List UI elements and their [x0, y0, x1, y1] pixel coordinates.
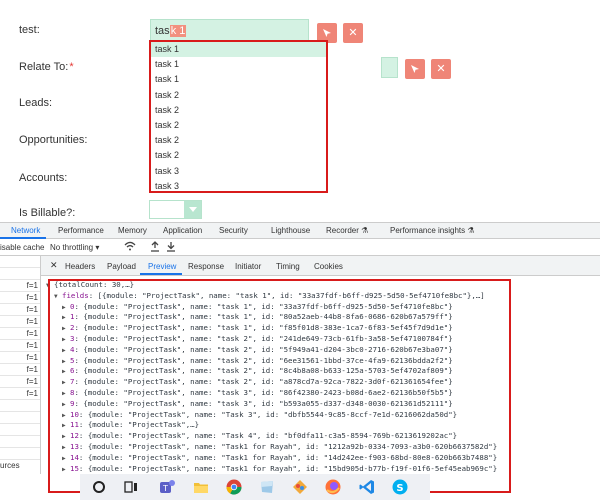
request-row[interactable]: f=1: [0, 364, 40, 376]
taskbar: T S: [80, 474, 430, 500]
request-row[interactable]: f=1: [0, 352, 40, 364]
active-subtab-indicator: [140, 273, 182, 275]
throttling-select[interactable]: No throttling ▾: [50, 243, 99, 252]
request-row[interactable]: [0, 424, 40, 436]
test-input-selection: k 1: [169, 25, 187, 37]
request-row[interactable]: f=1: [0, 376, 40, 388]
request-row[interactable]: [0, 448, 40, 460]
tab-headers[interactable]: Headers: [65, 262, 95, 271]
close-icon: ✕: [348, 27, 358, 39]
opportunities-label: Opportunities:: [19, 134, 88, 146]
firefox-icon[interactable]: [324, 478, 342, 496]
dropdown-option[interactable]: task 2: [151, 118, 326, 133]
dropdown-option[interactable]: task 1: [151, 57, 326, 72]
clear-button[interactable]: ✕: [343, 23, 363, 43]
request-row[interactable]: f=1: [0, 304, 40, 316]
devtools-tabbar: Network Performance Memory Application S…: [0, 222, 600, 239]
request-row[interactable]: f=1: [0, 340, 40, 352]
close-icon: ✕: [436, 63, 446, 75]
dropdown-option[interactable]: task 2: [151, 133, 326, 148]
test-input-text: tas: [155, 25, 170, 37]
upload-icon[interactable]: [150, 241, 160, 254]
task-view-icon[interactable]: [122, 478, 140, 496]
required-asterisk: *: [69, 61, 74, 73]
tab-lighthouse[interactable]: Lighthouse: [271, 226, 310, 235]
highlight-box: [48, 279, 511, 493]
dropdown-option[interactable]: task 3: [151, 164, 326, 179]
network-conditions-icon[interactable]: [124, 241, 136, 253]
flask-icon: ⚗: [467, 226, 475, 235]
relate-clear-button[interactable]: ✕: [431, 59, 451, 79]
tab-payload[interactable]: Payload: [107, 262, 136, 271]
dropdown-option[interactable]: task 3: [151, 179, 326, 194]
tab-timing[interactable]: Timing: [276, 262, 300, 271]
is-billable-select[interactable]: [149, 200, 202, 219]
disable-cache-checkbox[interactable]: isable cache: [0, 243, 44, 252]
request-row[interactable]: [0, 400, 40, 412]
svg-text:T: T: [162, 484, 168, 493]
teams-icon[interactable]: T: [158, 478, 176, 496]
task-form: test: task 1 ✕ Relate To:* ✕ Leads: Oppo…: [0, 0, 600, 222]
search-icon[interactable]: [90, 478, 108, 496]
tab-performance[interactable]: Performance: [58, 226, 104, 235]
request-row[interactable]: f=1: [0, 316, 40, 328]
cursor-arrow-icon: [323, 29, 331, 37]
is-billable-label: Is Billable?:: [19, 207, 76, 219]
chrome-icon[interactable]: [225, 478, 243, 496]
request-row[interactable]: [0, 412, 40, 424]
dropdown-option[interactable]: task 1: [151, 72, 326, 87]
dropdown-option[interactable]: task 2: [151, 88, 326, 103]
dropdown-option[interactable]: task 2: [151, 103, 326, 118]
tab-initiator[interactable]: Initiator: [235, 262, 261, 271]
relate-select-button[interactable]: [405, 59, 425, 79]
test-label: test:: [19, 24, 40, 36]
tab-application[interactable]: Application: [163, 226, 202, 235]
request-detail-tabs: ✕ Headers Payload Preview Response Initi…: [41, 256, 600, 276]
accounts-label: Accounts:: [19, 172, 68, 184]
network-toolbar: isable cache No throttling ▾: [0, 239, 600, 256]
request-row[interactable]: urces: [0, 460, 40, 472]
paint-icon[interactable]: [291, 478, 309, 496]
request-row[interactable]: [0, 436, 40, 448]
request-row[interactable]: [0, 256, 40, 268]
tab-network[interactable]: Network: [11, 226, 40, 235]
svg-text:S: S: [396, 483, 403, 494]
request-row[interactable]: f=1: [0, 292, 40, 304]
tab-memory[interactable]: Memory: [118, 226, 147, 235]
flask-icon: ⚗: [361, 226, 369, 235]
chevron-down-icon: [184, 201, 201, 218]
vscode-icon[interactable]: [358, 478, 376, 496]
request-row[interactable]: [0, 268, 40, 280]
tab-cookies[interactable]: Cookies: [314, 262, 343, 271]
relate-to-input[interactable]: [381, 57, 398, 78]
request-row[interactable]: f=1: [0, 388, 40, 400]
file-explorer-icon[interactable]: [192, 478, 210, 496]
dropdown-option[interactable]: task 2: [151, 148, 326, 163]
relate-to-label: Relate To:*: [19, 61, 74, 73]
cursor-arrow-icon: [411, 65, 419, 73]
request-list: f=1 f=1 f=1 f=1 f=1 f=1 f=1 f=1 f=1 f=1 …: [0, 256, 41, 474]
close-icon[interactable]: ✕: [50, 260, 58, 271]
tab-performance-insights[interactable]: Performance insights ⚗: [390, 226, 475, 235]
leads-label: Leads:: [19, 97, 53, 109]
tab-security[interactable]: Security: [219, 226, 248, 235]
request-row[interactable]: f=1: [0, 280, 40, 292]
autocomplete-dropdown: task 1 task 1 task 1 task 2 task 2 task …: [149, 40, 328, 193]
download-icon[interactable]: [166, 241, 176, 254]
skype-icon[interactable]: S: [391, 478, 409, 496]
request-row[interactable]: f=1: [0, 328, 40, 340]
app-icon[interactable]: [258, 478, 276, 496]
tab-response[interactable]: Response: [188, 262, 224, 271]
dropdown-option[interactable]: task 1: [151, 42, 326, 58]
chevron-down-icon: ▾: [95, 243, 100, 252]
tab-recorder[interactable]: Recorder ⚗: [326, 226, 368, 235]
tab-preview[interactable]: Preview: [148, 262, 176, 271]
